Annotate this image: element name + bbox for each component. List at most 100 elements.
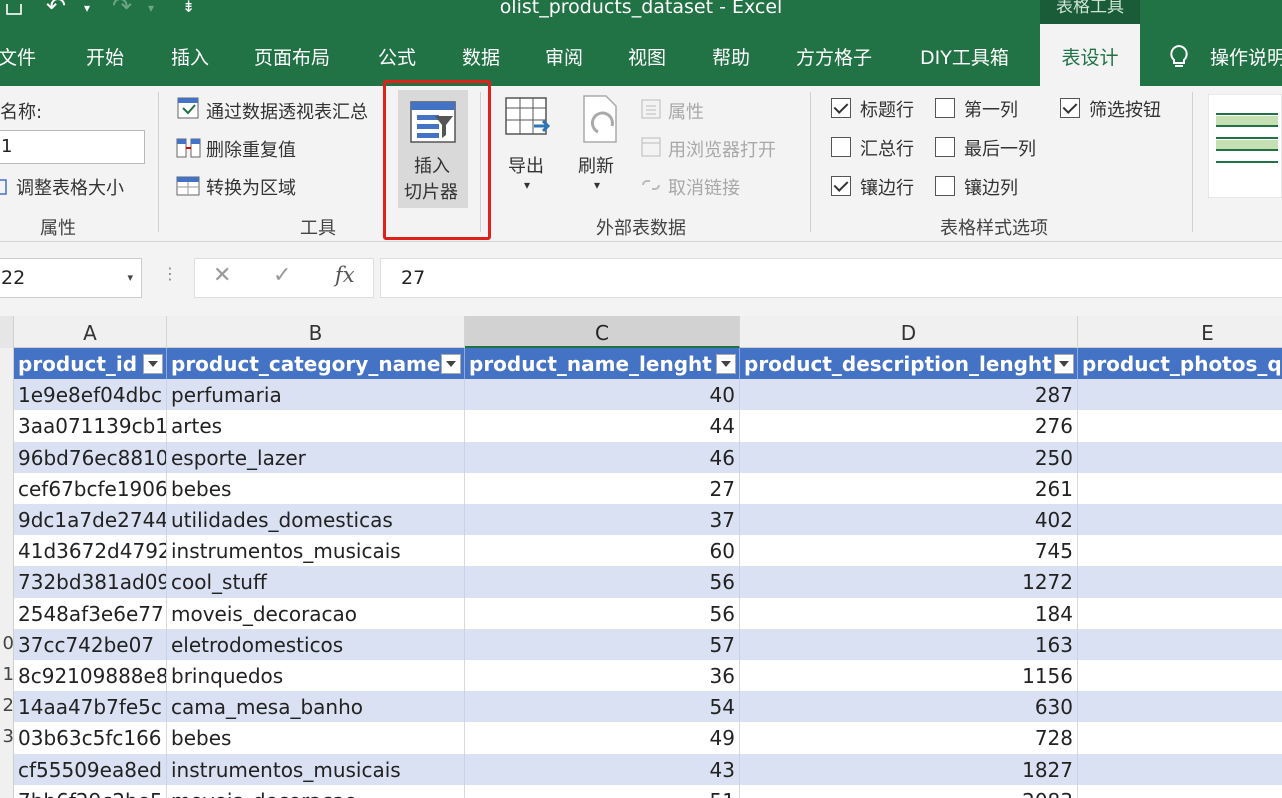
total-row-checkbox[interactable]: [831, 137, 851, 157]
table-cell[interactable]: [1078, 785, 1282, 798]
export-dropdown-icon[interactable]: ▾: [524, 178, 530, 192]
row-number[interactable]: 0: [0, 633, 14, 654]
tab-diy-toolbox[interactable]: DIY工具箱: [920, 24, 1009, 86]
table-cell[interactable]: 9dc1a7de2744: [14, 504, 167, 536]
column-header-c[interactable]: C: [465, 316, 740, 348]
column-header-d[interactable]: D: [740, 316, 1078, 348]
row-number[interactable]: 3: [0, 726, 14, 747]
table-cell[interactable]: 1827: [740, 753, 1078, 785]
table-cell[interactable]: 1272: [740, 566, 1078, 598]
table-cell[interactable]: 2548af3e6e77: [14, 597, 167, 629]
banded-rows-checkbox[interactable]: [831, 176, 851, 196]
column-header-a[interactable]: A: [14, 316, 167, 348]
table-cell[interactable]: instrumentos_musicais: [167, 753, 465, 785]
table-cell[interactable]: [1078, 691, 1282, 722]
row-number[interactable]: 1: [0, 664, 14, 685]
table-cell[interactable]: brinquedos: [167, 660, 465, 692]
column-header-b[interactable]: B: [167, 316, 465, 348]
table-cell[interactable]: cf55509ea8ed: [14, 753, 167, 785]
table-cell[interactable]: 745: [740, 535, 1078, 567]
table-cell[interactable]: [1078, 629, 1282, 660]
table-cell[interactable]: 1e9e8ef04dbc: [14, 379, 167, 411]
unlink-button[interactable]: 取消链接: [668, 174, 740, 200]
enter-icon[interactable]: ✓: [273, 263, 291, 288]
refresh-dropdown-icon[interactable]: ▾: [594, 178, 600, 192]
table-cell[interactable]: 46: [465, 441, 740, 473]
table-cell[interactable]: [1078, 504, 1282, 535]
tab-formulas[interactable]: 公式: [378, 24, 416, 86]
filter-dropdown-icon[interactable]: [143, 354, 163, 374]
table-cell[interactable]: 3aa071139cb1: [14, 410, 167, 442]
table-cell[interactable]: 8c92109888e8: [14, 660, 167, 692]
table-cell[interactable]: [1078, 410, 1282, 441]
table-cell[interactable]: cef67bcfe1906: [14, 472, 167, 504]
table-cell[interactable]: 163: [740, 628, 1078, 660]
table-cell[interactable]: 51: [465, 784, 740, 798]
formula-bar-grip-icon[interactable]: ⋮: [162, 264, 178, 283]
table-cell[interactable]: 57: [465, 628, 740, 660]
table-cell[interactable]: 27: [465, 472, 740, 504]
table-cell[interactable]: [1078, 442, 1282, 473]
select-all-corner[interactable]: [0, 316, 14, 348]
table-cell[interactable]: 44: [465, 410, 740, 442]
summarize-with-pivot-button[interactable]: 通过数据透视表汇总: [206, 98, 368, 124]
table-cell[interactable]: 03b63c5fc166: [14, 722, 167, 754]
table-cell[interactable]: 14aa47b7fe5c: [14, 691, 167, 723]
table-cell[interactable]: 43: [465, 753, 740, 785]
name-box-dropdown-icon[interactable]: ▾: [127, 259, 133, 297]
tab-ffgz[interactable]: 方方格子: [796, 24, 872, 86]
table-name-input[interactable]: 1: [0, 130, 145, 164]
table-cell[interactable]: esporte_lazer: [167, 441, 465, 473]
table-cell[interactable]: [1078, 566, 1282, 597]
row-number[interactable]: 2: [0, 695, 14, 716]
table-cell[interactable]: 60: [465, 535, 740, 567]
table-cell[interactable]: 36: [465, 660, 740, 692]
table-cell[interactable]: 56: [465, 597, 740, 629]
table-cell[interactable]: bebes: [167, 472, 465, 504]
table-cell[interactable]: [1078, 379, 1282, 410]
table-cell[interactable]: cama_mesa_banho: [167, 691, 465, 723]
tab-help[interactable]: 帮助: [712, 24, 750, 86]
first-column-checkbox[interactable]: [935, 98, 955, 118]
table-cell[interactable]: 728: [740, 722, 1078, 754]
last-column-checkbox[interactable]: [935, 137, 955, 157]
remove-duplicates-button[interactable]: 删除重复值: [206, 136, 296, 162]
table-cell[interactable]: eletrodomesticos: [167, 628, 465, 660]
table-cell[interactable]: [1078, 722, 1282, 753]
tab-data[interactable]: 数据: [462, 24, 500, 86]
table-cell[interactable]: 1156: [740, 660, 1078, 692]
column-header-e[interactable]: E: [1078, 316, 1282, 348]
table-header-cell[interactable]: product_name_lenght: [465, 348, 740, 380]
table-cell[interactable]: utilidades_domesticas: [167, 504, 465, 536]
table-cell[interactable]: perfumaria: [167, 379, 465, 411]
table-cell[interactable]: 37cc742be07: [14, 628, 167, 660]
tell-me-search[interactable]: 操作说明: [1210, 24, 1282, 86]
external-properties-button[interactable]: 属性: [668, 98, 704, 124]
insert-function-icon[interactable]: fx: [335, 263, 355, 287]
filter-button-checkbox[interactable]: [1060, 98, 1080, 118]
tab-home[interactable]: 开始: [86, 24, 124, 86]
tab-view[interactable]: 视图: [628, 24, 666, 86]
table-cell[interactable]: moveis_decoracao: [167, 784, 465, 798]
open-in-browser-button[interactable]: 用浏览器打开: [668, 136, 776, 162]
table-header-cell[interactable]: product_photos_q: [1078, 348, 1282, 379]
table-cell[interactable]: 250: [740, 441, 1078, 473]
table-cell[interactable]: 37: [465, 504, 740, 536]
lightbulb-icon[interactable]: [1168, 44, 1190, 70]
convert-to-range-button[interactable]: 转换为区域: [206, 174, 296, 200]
table-cell[interactable]: [1078, 535, 1282, 566]
table-cell[interactable]: cool_stuff: [167, 566, 465, 598]
table-cell[interactable]: instrumentos_musicais: [167, 535, 465, 567]
resize-table-button[interactable]: 调整表格大小: [16, 174, 124, 200]
tab-page-layout[interactable]: 页面布局: [254, 24, 330, 86]
export-button[interactable]: 导出: [508, 152, 544, 178]
filter-dropdown-icon[interactable]: [441, 354, 461, 374]
header-row-checkbox[interactable]: [831, 98, 851, 118]
filter-dropdown-icon[interactable]: [716, 354, 736, 374]
table-cell[interactable]: moveis_decoracao: [167, 597, 465, 629]
table-cell[interactable]: 49: [465, 722, 740, 754]
table-cell[interactable]: 7bb6f29c2be5: [14, 784, 167, 798]
table-cell[interactable]: 56: [465, 566, 740, 598]
table-cell[interactable]: bebes: [167, 722, 465, 754]
table-cell[interactable]: 261: [740, 472, 1078, 504]
